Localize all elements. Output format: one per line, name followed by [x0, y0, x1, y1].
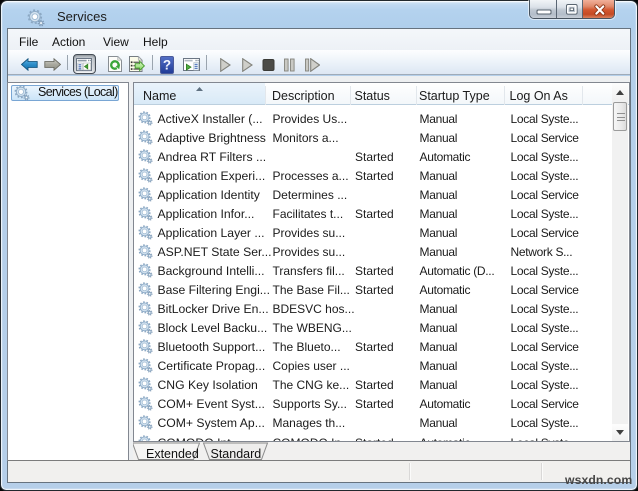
svg-text:?: ? — [163, 58, 171, 73]
